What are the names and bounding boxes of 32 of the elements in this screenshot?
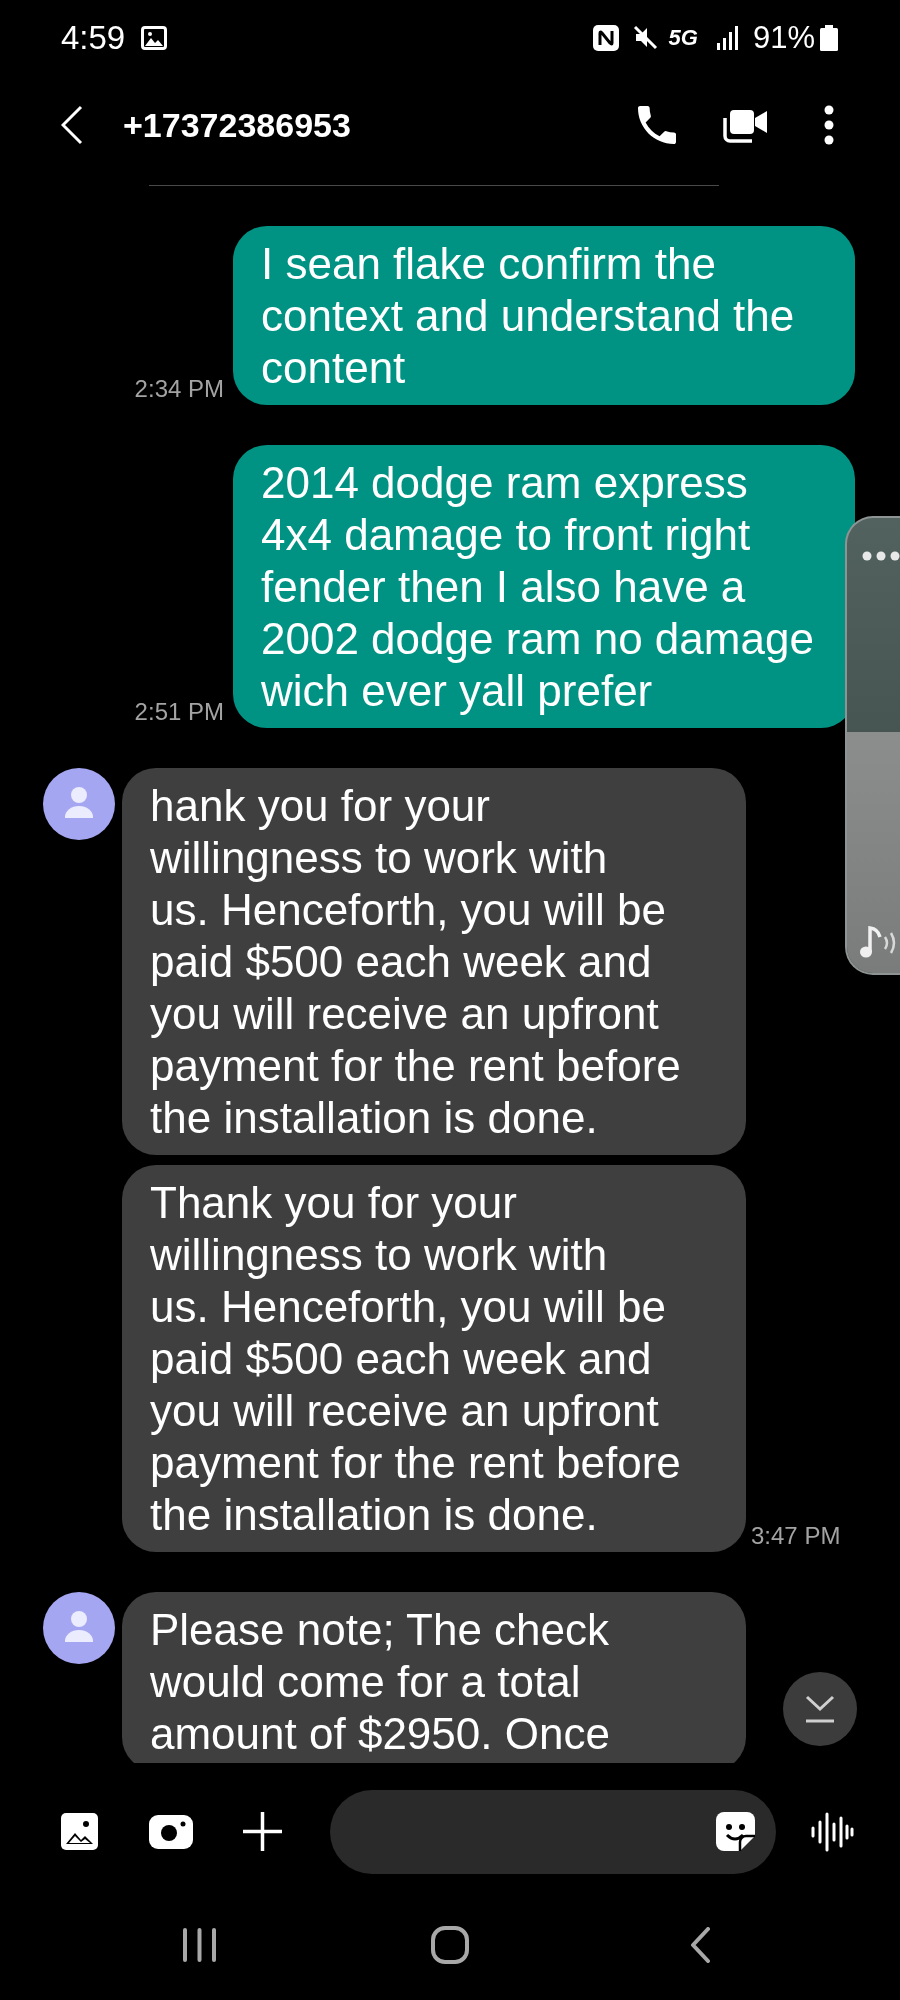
message-time: 3:47 PM [751,1522,841,1550]
plus-icon[interactable] [242,1811,283,1852]
message-bubble: Please note; The check would come for a total amount of $2950. Once [122,1592,746,1763]
message-bubble: 2014 dodge ram express 4x4 damage to front right fender then I also have a 2002 dodge ram no damage wich ever yall prefer [233,445,855,728]
signal-icon [716,25,740,50]
message-bubble: Thank you for your willingness to work with us. Henceforth, you will be paid $500 each week and you will receive an upfront payment for the rent before the installation is done. [122,1165,746,1552]
message-time: 2:51 PM [134,698,224,726]
network-type-label: 5G [668,26,698,49]
gallery-icon[interactable] [61,1813,98,1850]
status-time: 4:59 [61,21,126,54]
contact-number: +17372386953 [123,108,351,142]
battery-icon [820,24,838,51]
avatar-icon[interactable] [43,1592,115,1664]
sticker-icon[interactable] [716,1812,755,1851]
voice-input-icon[interactable] [811,1811,854,1852]
home-icon[interactable] [431,1926,469,1964]
battery-percent: 91% [752,22,815,53]
nfc-icon [592,24,619,51]
message-time: 2:34 PM [134,375,224,403]
image-notification-icon [141,25,168,50]
message-bubble: hank you for your willingness to work with us. Henceforth, you will be paid $500 each week and you will receive an upfront payment for the rent before the installation is done. [122,768,746,1155]
music-note-icon [859,925,897,959]
recent-apps-icon[interactable] [182,1927,217,1963]
mute-icon [632,25,658,50]
more-icon[interactable] [862,551,900,561]
more-options-icon[interactable] [824,105,834,145]
avatar-icon[interactable] [43,768,115,840]
camera-icon[interactable] [149,1814,193,1849]
volume-slider[interactable] [845,516,900,975]
phone-icon[interactable] [637,106,677,144]
message-bubble: I sean flake confirm the context and understand the content [233,226,855,405]
back-icon[interactable] [690,1927,710,1963]
